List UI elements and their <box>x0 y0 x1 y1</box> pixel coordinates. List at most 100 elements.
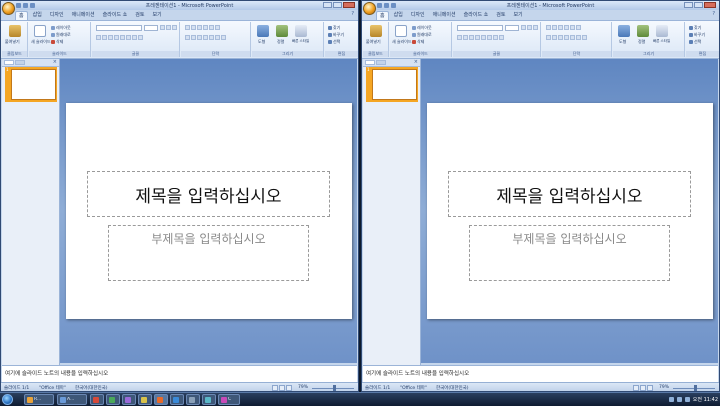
slide-canvas[interactable]: 제목을 입력하십시오 부제목을 입력하십시오 <box>427 103 713 319</box>
smartart-icon[interactable] <box>582 35 587 40</box>
office-button[interactable] <box>2 2 15 15</box>
shapes-label[interactable]: 도형 <box>258 39 265 45</box>
title-placeholder[interactable]: 제목을 입력하십시오 <box>87 171 330 217</box>
delete-slide-button[interactable]: 삭제 <box>412 39 424 45</box>
redo-icon[interactable] <box>391 3 396 8</box>
layout-button[interactable]: 레이아웃 <box>51 25 71 31</box>
notes-pane[interactable]: 여기에 슬라이드 노트의 내용을 입력하십시오 <box>2 365 357 383</box>
underline-icon[interactable] <box>469 35 474 40</box>
zoom-slider-handle[interactable] <box>333 385 336 391</box>
arrange-icon[interactable] <box>276 25 288 37</box>
spacing-icon[interactable] <box>126 35 131 40</box>
title-placeholder[interactable]: 제목을 입력하십시오 <box>448 171 691 217</box>
bullets-icon[interactable] <box>185 25 190 30</box>
normal-view-icon[interactable] <box>633 385 639 391</box>
network-icon[interactable] <box>668 397 674 402</box>
grow-font-icon[interactable] <box>160 25 165 30</box>
start-button[interactable] <box>2 394 13 405</box>
paste-icon[interactable] <box>370 25 382 37</box>
outline-tab[interactable] <box>376 60 386 65</box>
taskbar-quick-7[interactable] <box>186 394 200 405</box>
align-right-icon[interactable] <box>197 35 202 40</box>
outline-tab[interactable] <box>15 60 25 65</box>
paste-icon[interactable] <box>9 25 21 37</box>
taskbar-quick-2[interactable] <box>106 394 120 405</box>
strikethrough-icon[interactable] <box>114 35 119 40</box>
subtitle-placeholder[interactable]: 부제목을 입력하십시오 <box>469 225 670 281</box>
numbering-icon[interactable] <box>552 25 557 30</box>
taskbar-quick-1[interactable] <box>90 394 104 405</box>
taskbar-quick-6[interactable] <box>170 394 184 405</box>
normal-view-icon[interactable] <box>272 385 278 391</box>
new-slide-label[interactable]: 새 슬라이드 <box>31 39 51 45</box>
clear-format-icon[interactable] <box>533 25 538 30</box>
taskbar-quick-8[interactable] <box>202 394 216 405</box>
tab-review[interactable]: 검토 <box>493 11 508 19</box>
help-icon[interactable]: ? <box>712 11 715 17</box>
slides-tab[interactable] <box>4 60 14 65</box>
taskbar-quick-5[interactable] <box>154 394 168 405</box>
font-color-icon[interactable] <box>138 35 143 40</box>
layout-button[interactable]: 레이아웃 <box>412 25 432 31</box>
save-icon[interactable] <box>377 3 382 8</box>
case-icon[interactable] <box>493 35 498 40</box>
tab-animation[interactable]: 애니메이션 <box>69 11 98 19</box>
replace-button[interactable]: 바꾸기 <box>689 32 705 38</box>
notes-pane[interactable]: 여기에 슬라이드 노트의 내용을 입력하십시오 <box>363 365 718 383</box>
minimize-button[interactable] <box>323 2 332 8</box>
redo-icon[interactable] <box>30 3 35 8</box>
language-status[interactable]: 한국어(대한민국) <box>436 385 469 391</box>
maximize-button[interactable] <box>694 2 703 8</box>
tab-design[interactable]: 디자인 <box>47 11 67 19</box>
maximize-button[interactable] <box>333 2 342 8</box>
undo-icon[interactable] <box>384 3 389 8</box>
italic-icon[interactable] <box>102 35 107 40</box>
font-size-combo[interactable] <box>505 25 519 31</box>
columns-icon[interactable] <box>215 25 220 30</box>
zoom-level[interactable]: 79% <box>659 385 669 390</box>
align-left-icon[interactable] <box>185 35 190 40</box>
tab-view[interactable]: 보기 <box>149 11 164 19</box>
line-spacing-icon[interactable] <box>209 25 214 30</box>
quick-styles-label[interactable]: 빠른 스타일 <box>653 39 670 44</box>
sorter-view-icon[interactable] <box>279 385 285 391</box>
text-direction-icon[interactable] <box>209 35 214 40</box>
slide-thumbnail[interactable]: 1 <box>5 67 57 102</box>
language-status[interactable]: 한국어(대한민국) <box>75 385 108 391</box>
quick-styles-icon[interactable] <box>656 25 668 37</box>
subtitle-placeholder[interactable]: 부제목을 입력하십시오 <box>108 225 309 281</box>
decrease-indent-icon[interactable] <box>558 25 563 30</box>
quick-styles-icon[interactable] <box>295 25 307 37</box>
justify-icon[interactable] <box>564 35 569 40</box>
case-icon[interactable] <box>132 35 137 40</box>
taskbar-quick-3[interactable] <box>122 394 136 405</box>
increase-indent-icon[interactable] <box>564 25 569 30</box>
tab-review[interactable]: 검토 <box>132 11 147 19</box>
align-text-icon[interactable] <box>215 35 220 40</box>
select-button[interactable]: 선택 <box>689 39 701 45</box>
justify-icon[interactable] <box>203 35 208 40</box>
tab-insert[interactable]: 삽입 <box>30 11 45 19</box>
quick-styles-label[interactable]: 빠른 스타일 <box>292 39 309 44</box>
reset-button[interactable]: 원래대로 <box>412 32 432 38</box>
align-left-icon[interactable] <box>546 35 551 40</box>
office-button[interactable] <box>363 2 376 15</box>
slides-tab[interactable] <box>365 60 375 65</box>
shadow-icon[interactable] <box>120 35 125 40</box>
help-icon[interactable]: ? <box>351 11 354 17</box>
increase-indent-icon[interactable] <box>203 25 208 30</box>
shrink-font-icon[interactable] <box>166 25 171 30</box>
save-icon[interactable] <box>16 3 21 8</box>
close-panel-icon[interactable]: × <box>53 59 57 65</box>
font-color-icon[interactable] <box>499 35 504 40</box>
new-slide-label[interactable]: 새 슬라이드 <box>392 39 412 45</box>
new-slide-icon[interactable] <box>395 25 407 37</box>
italic-icon[interactable] <box>463 35 468 40</box>
line-spacing-icon[interactable] <box>570 25 575 30</box>
bold-icon[interactable] <box>96 35 101 40</box>
font-size-combo[interactable] <box>144 25 158 31</box>
align-center-icon[interactable] <box>552 35 557 40</box>
minimize-button[interactable] <box>684 2 693 8</box>
align-right-icon[interactable] <box>558 35 563 40</box>
align-center-icon[interactable] <box>191 35 196 40</box>
